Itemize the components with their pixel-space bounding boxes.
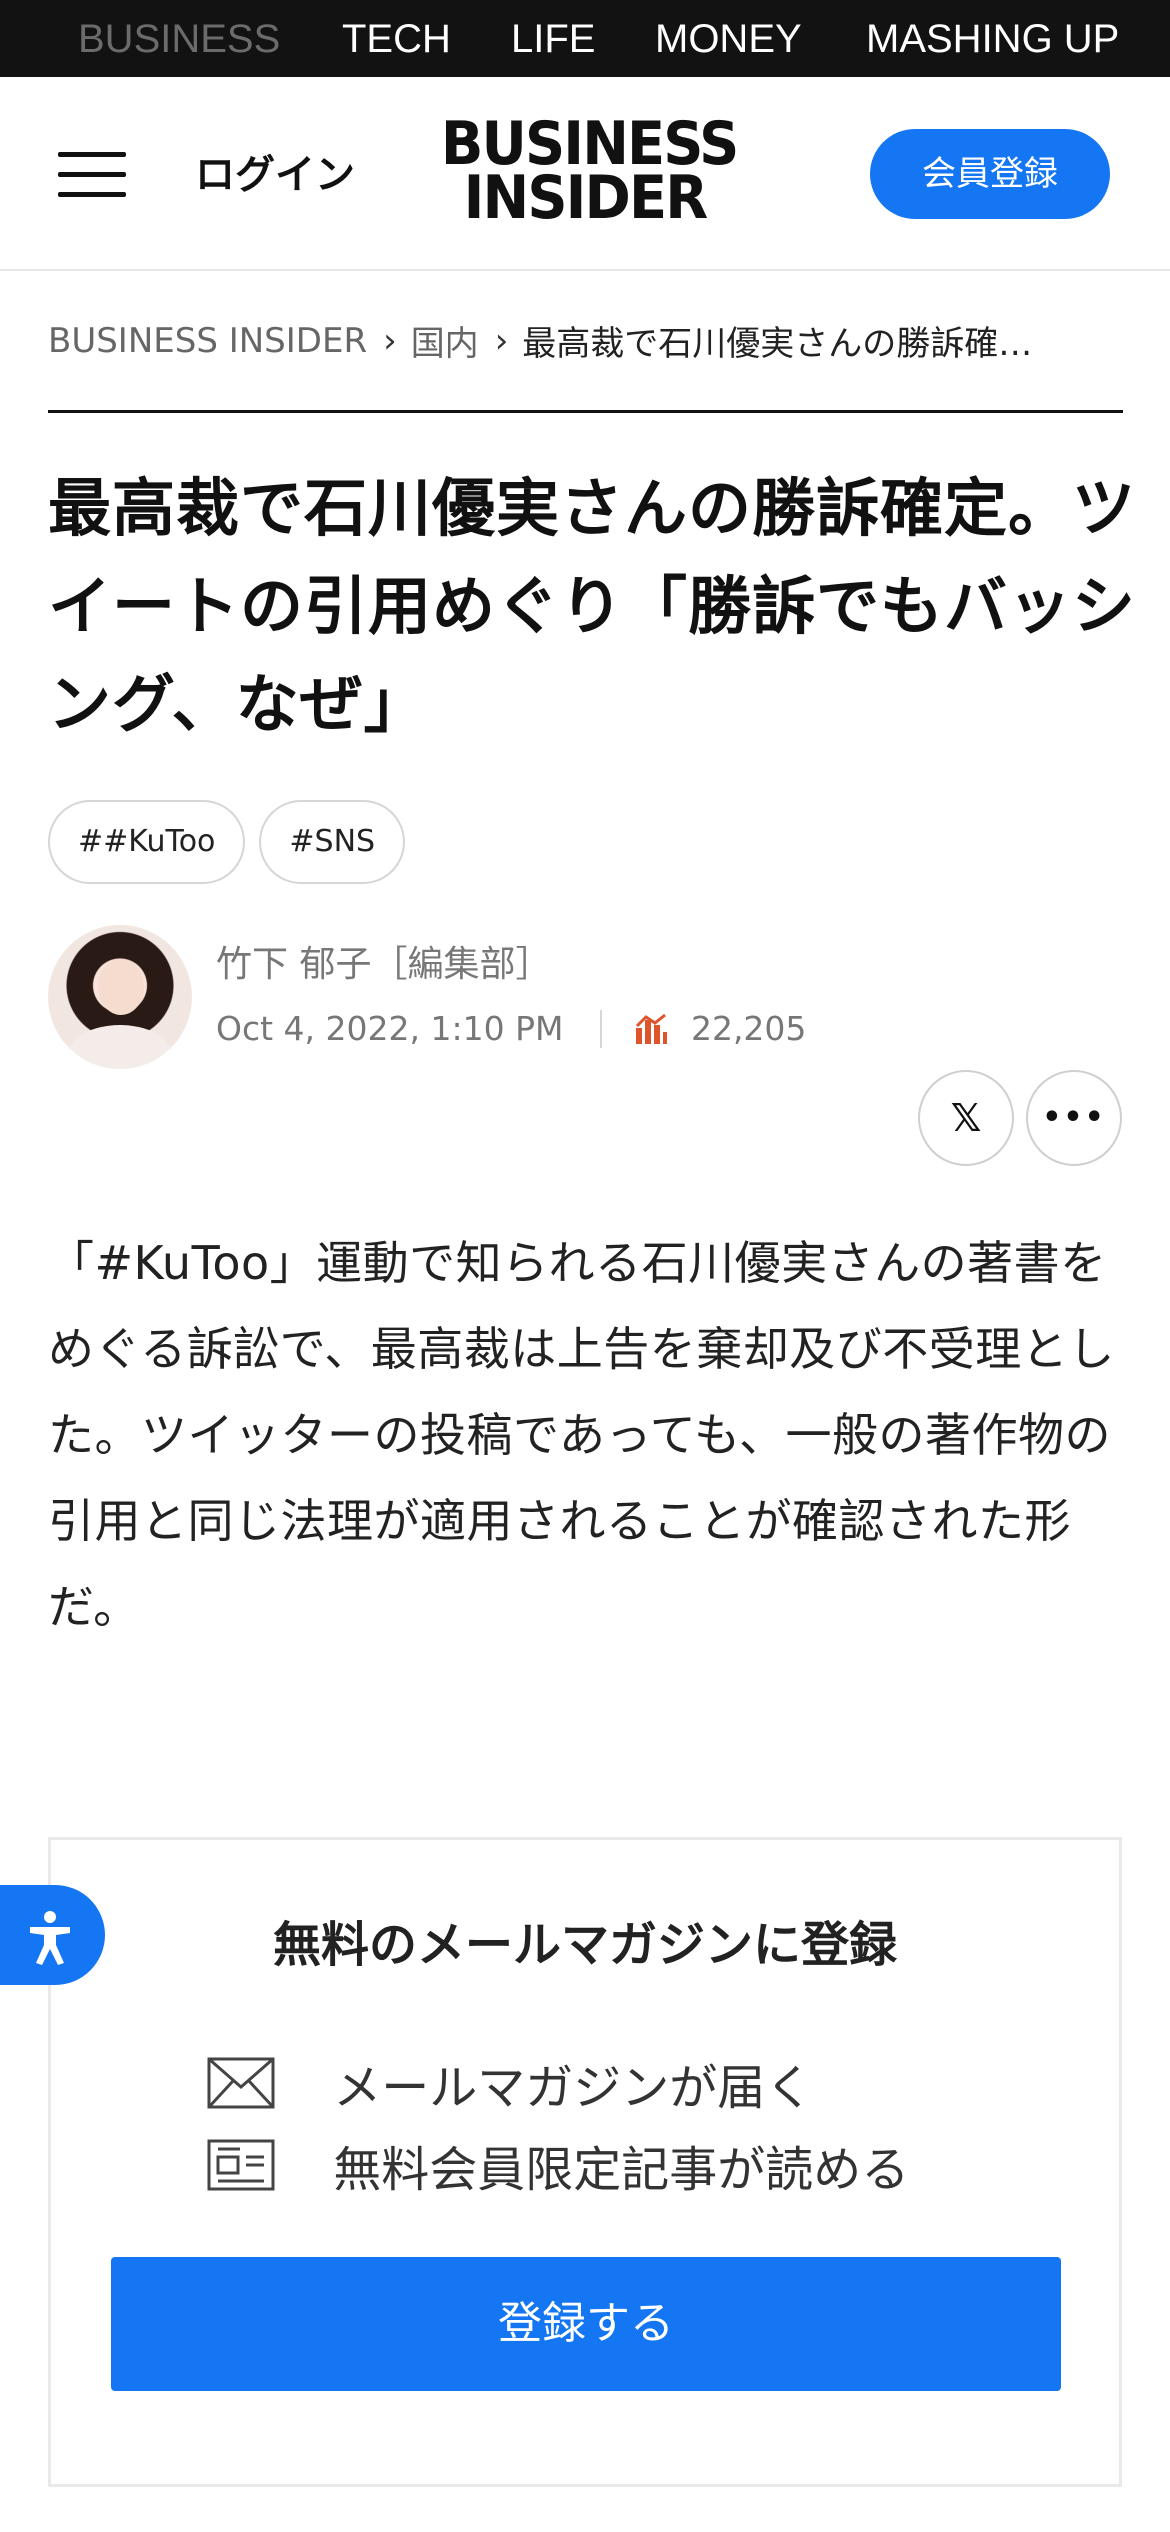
breadcrumb: BUSINESS INSIDER › 国内 › 最高裁で石川優実さんの勝訴確… xyxy=(48,316,1123,380)
newsletter-register-button[interactable]: 登録する xyxy=(111,2257,1061,2391)
nav-item-money[interactable]: MONEY xyxy=(655,0,802,77)
breadcrumb-domestic[interactable]: 国内 xyxy=(411,316,479,365)
newsletter-benefit: メールマガジンが届く xyxy=(206,2048,813,2118)
nav-item-life[interactable]: LIFE xyxy=(511,0,595,77)
envelope-icon xyxy=(207,2057,275,2109)
meta-divider xyxy=(599,1009,602,1048)
benefit-members-text: 無料会員限定記事が読める xyxy=(333,2142,910,2198)
tag-list: ##KuToo #SNS xyxy=(48,800,419,884)
view-count: 22,205 xyxy=(690,1009,807,1048)
newsletter-title: 無料のメールマガジンに登録 xyxy=(272,1917,897,1973)
nav-item-mashing-up[interactable]: MASHING UP xyxy=(866,0,1119,77)
breadcrumb-home[interactable]: BUSINESS INSIDER xyxy=(48,321,367,361)
author-avatar[interactable] xyxy=(48,925,192,1069)
article-headline: 最高裁で石川優実さんの勝訴確定。ツイートの引用めぐり「勝訴でもバッシング、なぜ」 xyxy=(48,472,1136,741)
chevron-right-icon: › xyxy=(494,320,509,361)
tag-kutoo[interactable]: ##KuToo xyxy=(48,800,246,884)
login-link[interactable]: ログイン xyxy=(195,137,355,213)
more-options-button[interactable]: ••• xyxy=(1026,1070,1122,1166)
chevron-right-icon: › xyxy=(383,320,397,361)
article-meta: Oct 4, 2022, 1:10 PM 22,205 xyxy=(216,1007,806,1053)
more-dots-icon: ••• xyxy=(1042,1100,1106,1135)
breadcrumb-current: 最高裁で石川優実さんの勝訴確… xyxy=(522,324,1033,364)
nav-item-tech[interactable]: TECH xyxy=(342,0,451,77)
nav-item-business[interactable]: BUSINESS xyxy=(78,0,280,77)
publish-date: Oct 4, 2022, 1:10 PM xyxy=(216,1009,564,1048)
article-lead: 「#KuToo」運動で知られる石川優実さんの著書をめぐる訴訟で、最高裁は上告を棄… xyxy=(48,1236,1115,1634)
share-x-button[interactable]: 𝕏 xyxy=(918,1070,1014,1166)
author-name[interactable]: 竹下 郁子［編集部］ xyxy=(216,935,551,987)
tag-sns[interactable]: #SNS xyxy=(259,800,406,884)
top-category-nav: BUSINESS TECH LIFE MONEY MASHING UP xyxy=(0,0,1170,77)
newsletter-signup-box: 無料のメールマガジンに登録 メールマガジンが届く 無料会員限定記事が読める 登録… xyxy=(48,1837,1122,2487)
business-insider-logo[interactable]: BUSINESS INSIDER xyxy=(430,114,740,233)
hamburger-menu-icon[interactable] xyxy=(58,152,126,198)
accessibility-button[interactable] xyxy=(0,1885,105,1985)
newsletter-benefit: 無料会員限定記事が読める xyxy=(206,2130,909,2200)
accessibility-icon xyxy=(30,1911,70,1965)
benefit-newsletter-text: メールマガジンが届く xyxy=(333,2060,814,2116)
signup-button[interactable]: 会員登録 xyxy=(870,129,1110,219)
x-logo-icon: 𝕏 xyxy=(950,1096,982,1140)
newspaper-icon xyxy=(207,2139,275,2191)
breadcrumb-divider xyxy=(48,410,1123,413)
site-header: ログイン BUSINESS INSIDER 会員登録 xyxy=(0,77,1170,271)
logo-line-2: INSIDER xyxy=(463,163,709,233)
bar-chart-icon xyxy=(636,1013,668,1044)
